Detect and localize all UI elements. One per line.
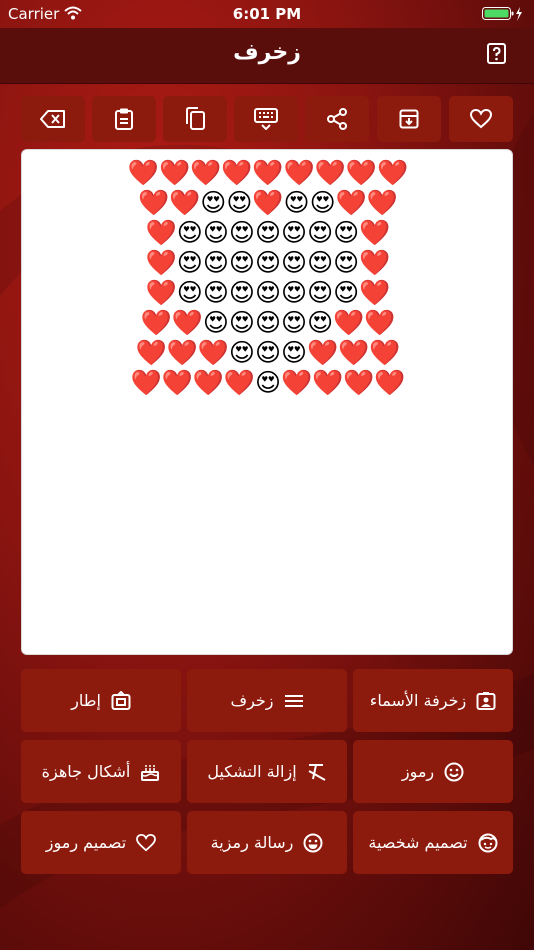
- paste-button[interactable]: [92, 96, 156, 142]
- symbols-design-button[interactable]: تصميم رموز: [21, 811, 181, 874]
- page-title: زخرف: [233, 40, 301, 65]
- decorate-names-label: زخرفة الأسماء: [369, 691, 467, 710]
- toolbar: [21, 96, 513, 142]
- symbolic-message-button[interactable]: رسالة رمزية: [187, 811, 347, 874]
- clipboard-icon: [115, 108, 133, 130]
- smile-icon: [303, 833, 323, 853]
- decorate-label: زخرف: [230, 691, 274, 710]
- symbols-button[interactable]: رموز: [353, 740, 513, 803]
- frame-button[interactable]: إطار: [21, 669, 181, 732]
- personal-design-button[interactable]: تصميم شخصية: [353, 811, 513, 874]
- menu-icon: [284, 693, 304, 709]
- face-icon: [478, 833, 498, 853]
- archive-icon: [399, 109, 419, 129]
- editor-content[interactable]: ❤️❤️❤️❤️❤️❤️❤️❤️❤️ ❤️❤️😍😍❤️😍😍❤️❤️ ❤️😍😍😍😍…: [22, 158, 514, 398]
- help-icon[interactable]: [486, 42, 508, 66]
- frame-label: إطار: [71, 691, 101, 710]
- text-editor[interactable]: ❤️❤️❤️❤️❤️❤️❤️❤️❤️ ❤️❤️😍😍❤️😍😍❤️❤️ ❤️😍😍😍😍…: [21, 149, 513, 655]
- keyboard-button[interactable]: [234, 96, 298, 142]
- keyboard-icon: [254, 108, 278, 130]
- status-bar: Carrier 6:01 PM: [0, 0, 534, 28]
- share-button[interactable]: [305, 96, 369, 142]
- battery-icon: [482, 7, 522, 21]
- backspace-icon: [40, 110, 65, 128]
- heart-icon: [470, 109, 492, 129]
- id-badge-icon: [476, 691, 496, 711]
- symbols-design-label: تصميم رموز: [45, 833, 127, 852]
- status-time: 6:01 PM: [232, 5, 302, 23]
- remove-diacritics-label: إزالة التشكيل: [207, 762, 297, 781]
- share-icon: [327, 108, 347, 130]
- ready-shapes-label: أشكال جاهزة: [41, 762, 131, 781]
- decorate-button[interactable]: زخرف: [187, 669, 347, 732]
- clear-format-icon: [307, 763, 327, 781]
- symbols-label: رموز: [401, 762, 435, 781]
- favorite-button[interactable]: [449, 96, 513, 142]
- copy-button[interactable]: [163, 96, 227, 142]
- personal-design-label: تصميم شخصية: [368, 833, 468, 852]
- remove-diacritics-button[interactable]: إزالة التشكيل: [187, 740, 347, 803]
- frame-icon: [111, 690, 131, 711]
- nav-bar: زخرف: [0, 28, 534, 84]
- delete-button[interactable]: [21, 96, 85, 142]
- action-grid: زخرفة الأسماء زخرف إطار رموز إزالة التشك…: [21, 669, 513, 876]
- smiley-icon: [444, 762, 464, 782]
- symbolic-message-label: رسالة رمزية: [210, 833, 294, 852]
- decorate-names-button[interactable]: زخرفة الأسماء: [353, 669, 513, 732]
- cake-icon: [140, 762, 160, 782]
- ready-shapes-button[interactable]: أشكال جاهزة: [21, 740, 181, 803]
- heart-outline-icon: [136, 833, 157, 852]
- copy-icon: [186, 107, 205, 130]
- archive-button[interactable]: [377, 96, 441, 142]
